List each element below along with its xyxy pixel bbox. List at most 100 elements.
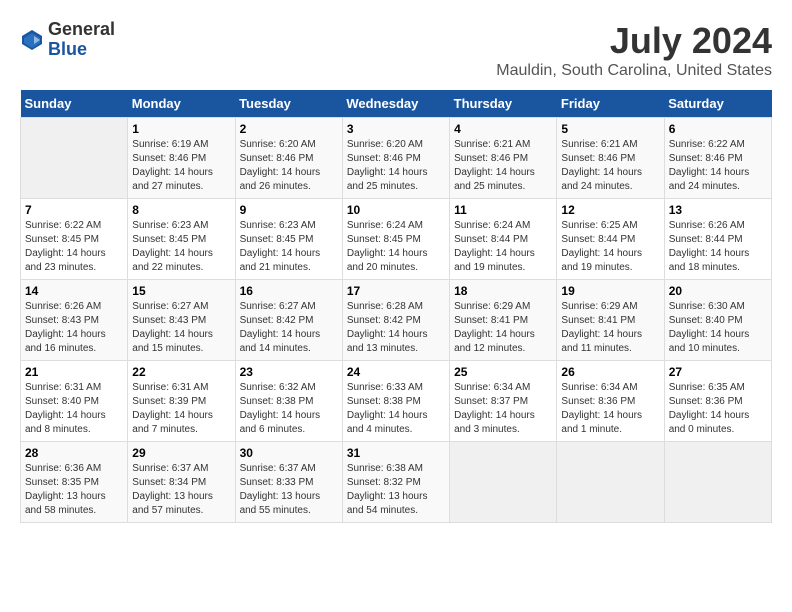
calendar-cell: 30 Sunrise: 6:37 AM Sunset: 8:33 PM Dayli… [235, 442, 342, 523]
day-info: Sunrise: 6:23 AM Sunset: 8:45 PM Dayligh… [240, 219, 338, 275]
logo-icon [20, 28, 44, 52]
day-number: 11 [454, 203, 552, 217]
day-info: Sunrise: 6:20 AM Sunset: 8:46 PM Dayligh… [347, 138, 445, 194]
calendar-cell: 27Sunrise: 6:35 AM Sunset: 8:36 PM Dayli… [664, 361, 771, 442]
day-info: Sunrise: 6:29 AM Sunset: 8:41 PM Dayligh… [454, 300, 552, 356]
day-number: 7 [25, 203, 123, 217]
calendar-cell [450, 442, 557, 523]
day-number: 14 [25, 284, 123, 298]
logo-blue-text: Blue [48, 40, 115, 60]
title-section: July 2024 Mauldin, South Carolina, Unite… [496, 20, 772, 80]
calendar-cell: 4 Sunrise: 6:21 AM Sunset: 8:46 PM Daylig… [450, 118, 557, 199]
calendar-week-2: 7 Sunrise: 6:22 AM Sunset: 8:45 PM Daylig… [21, 199, 772, 280]
calendar-cell: 15 Sunrise: 6:27 AM Sunset: 8:43 PM Dayli… [128, 280, 235, 361]
calendar-week-4: 21 Sunrise: 6:31 AM Sunset: 8:40 PM Dayli… [21, 361, 772, 442]
calendar-cell: 12 Sunrise: 6:25 AM Sunset: 8:44 PM Dayli… [557, 199, 664, 280]
day-number: 4 [454, 122, 552, 136]
day-info: Sunrise: 6:23 AM Sunset: 8:45 PM Dayligh… [132, 219, 230, 275]
header-friday: Friday [557, 90, 664, 118]
header-saturday: Saturday [664, 90, 771, 118]
day-number: 2 [240, 122, 338, 136]
day-info: Sunrise: 6:24 AM Sunset: 8:45 PM Dayligh… [347, 219, 445, 275]
day-number: 15 [132, 284, 230, 298]
calendar-cell: 18 Sunrise: 6:29 AM Sunset: 8:41 PM Dayli… [450, 280, 557, 361]
day-info: Sunrise: 6:32 AM Sunset: 8:38 PM Dayligh… [240, 381, 338, 437]
day-info: Sunrise: 6:29 AM Sunset: 8:41 PM Dayligh… [561, 300, 659, 356]
day-info: Sunrise: 6:21 AM Sunset: 8:46 PM Dayligh… [561, 138, 659, 194]
calendar-cell: 10 Sunrise: 6:24 AM Sunset: 8:45 PM Dayli… [342, 199, 449, 280]
calendar-cell: 25 Sunrise: 6:34 AM Sunset: 8:37 PM Dayli… [450, 361, 557, 442]
day-info: Sunrise: 6:34 AM Sunset: 8:37 PM Dayligh… [454, 381, 552, 437]
day-info: Sunrise: 6:19 AM Sunset: 8:46 PM Dayligh… [132, 138, 230, 194]
day-info: Sunrise: 6:27 AM Sunset: 8:43 PM Dayligh… [132, 300, 230, 356]
month-title: July 2024 [496, 20, 772, 62]
calendar-cell: 22Sunrise: 6:31 AM Sunset: 8:39 PM Dayli… [128, 361, 235, 442]
day-info: Sunrise: 6:26 AM Sunset: 8:44 PM Dayligh… [669, 219, 767, 275]
calendar-cell [664, 442, 771, 523]
calendar-cell: 16Sunrise: 6:27 AM Sunset: 8:42 PM Dayli… [235, 280, 342, 361]
day-info: Sunrise: 6:25 AM Sunset: 8:44 PM Dayligh… [561, 219, 659, 275]
day-number: 5 [561, 122, 659, 136]
calendar-cell: 29Sunrise: 6:37 AM Sunset: 8:34 PM Dayli… [128, 442, 235, 523]
day-number: 12 [561, 203, 659, 217]
calendar-cell: 13Sunrise: 6:26 AM Sunset: 8:44 PM Dayli… [664, 199, 771, 280]
day-info: Sunrise: 6:21 AM Sunset: 8:46 PM Dayligh… [454, 138, 552, 194]
day-number: 30 [240, 446, 338, 460]
calendar-cell: 6 Sunrise: 6:22 AM Sunset: 8:46 PM Daylig… [664, 118, 771, 199]
calendar-header-row: SundayMondayTuesdayWednesdayThursdayFrid… [21, 90, 772, 118]
day-info: Sunrise: 6:35 AM Sunset: 8:36 PM Dayligh… [669, 381, 767, 437]
day-number: 20 [669, 284, 767, 298]
day-number: 23 [240, 365, 338, 379]
day-info: Sunrise: 6:36 AM Sunset: 8:35 PM Dayligh… [25, 462, 123, 518]
calendar-cell: 20 Sunrise: 6:30 AM Sunset: 8:40 PM Dayli… [664, 280, 771, 361]
day-number: 28 [25, 446, 123, 460]
logo-text: General Blue [48, 20, 115, 60]
day-number: 9 [240, 203, 338, 217]
calendar-cell: 5 Sunrise: 6:21 AM Sunset: 8:46 PM Daylig… [557, 118, 664, 199]
calendar-cell: 21 Sunrise: 6:31 AM Sunset: 8:40 PM Dayli… [21, 361, 128, 442]
day-number: 24 [347, 365, 445, 379]
day-number: 18 [454, 284, 552, 298]
day-number: 22 [132, 365, 230, 379]
day-number: 8 [132, 203, 230, 217]
calendar-cell: 8 Sunrise: 6:23 AM Sunset: 8:45 PM Daylig… [128, 199, 235, 280]
day-info: Sunrise: 6:37 AM Sunset: 8:33 PM Dayligh… [240, 462, 338, 518]
calendar-cell: 17Sunrise: 6:28 AM Sunset: 8:42 PM Dayli… [342, 280, 449, 361]
day-info: Sunrise: 6:22 AM Sunset: 8:46 PM Dayligh… [669, 138, 767, 194]
header-monday: Monday [128, 90, 235, 118]
day-number: 3 [347, 122, 445, 136]
day-number: 10 [347, 203, 445, 217]
day-info: Sunrise: 6:38 AM Sunset: 8:32 PM Dayligh… [347, 462, 445, 518]
calendar-cell: 9 Sunrise: 6:23 AM Sunset: 8:45 PM Daylig… [235, 199, 342, 280]
calendar-week-3: 14 Sunrise: 6:26 AM Sunset: 8:43 PM Dayli… [21, 280, 772, 361]
calendar-cell: 26Sunrise: 6:34 AM Sunset: 8:36 PM Dayli… [557, 361, 664, 442]
calendar-cell: 23 Sunrise: 6:32 AM Sunset: 8:38 PM Dayli… [235, 361, 342, 442]
day-info: Sunrise: 6:20 AM Sunset: 8:46 PM Dayligh… [240, 138, 338, 194]
header: General Blue July 2024 Mauldin, South Ca… [20, 20, 772, 80]
day-info: Sunrise: 6:37 AM Sunset: 8:34 PM Dayligh… [132, 462, 230, 518]
day-number: 6 [669, 122, 767, 136]
day-info: Sunrise: 6:26 AM Sunset: 8:43 PM Dayligh… [25, 300, 123, 356]
day-number: 26 [561, 365, 659, 379]
day-info: Sunrise: 6:31 AM Sunset: 8:40 PM Dayligh… [25, 381, 123, 437]
calendar-cell: 31Sunrise: 6:38 AM Sunset: 8:32 PM Dayli… [342, 442, 449, 523]
header-tuesday: Tuesday [235, 90, 342, 118]
calendar-cell: 14 Sunrise: 6:26 AM Sunset: 8:43 PM Dayli… [21, 280, 128, 361]
day-number: 1 [132, 122, 230, 136]
day-number: 21 [25, 365, 123, 379]
header-thursday: Thursday [450, 90, 557, 118]
day-info: Sunrise: 6:33 AM Sunset: 8:38 PM Dayligh… [347, 381, 445, 437]
calendar-cell: 1 Sunrise: 6:19 AM Sunset: 8:46 PM Daylig… [128, 118, 235, 199]
calendar-week-5: 28 Sunrise: 6:36 AM Sunset: 8:35 PM Dayli… [21, 442, 772, 523]
calendar-cell: 19Sunrise: 6:29 AM Sunset: 8:41 PM Dayli… [557, 280, 664, 361]
location-title: Mauldin, South Carolina, United States [496, 62, 772, 80]
calendar-cell: 3 Sunrise: 6:20 AM Sunset: 8:46 PM Daylig… [342, 118, 449, 199]
logo: General Blue [20, 20, 115, 60]
day-info: Sunrise: 6:30 AM Sunset: 8:40 PM Dayligh… [669, 300, 767, 356]
calendar-table: SundayMondayTuesdayWednesdayThursdayFrid… [20, 90, 772, 523]
calendar-cell: 24 Sunrise: 6:33 AM Sunset: 8:38 PM Dayli… [342, 361, 449, 442]
logo-general-text: General [48, 20, 115, 40]
day-info: Sunrise: 6:22 AM Sunset: 8:45 PM Dayligh… [25, 219, 123, 275]
day-number: 25 [454, 365, 552, 379]
calendar-cell: 11Sunrise: 6:24 AM Sunset: 8:44 PM Dayli… [450, 199, 557, 280]
